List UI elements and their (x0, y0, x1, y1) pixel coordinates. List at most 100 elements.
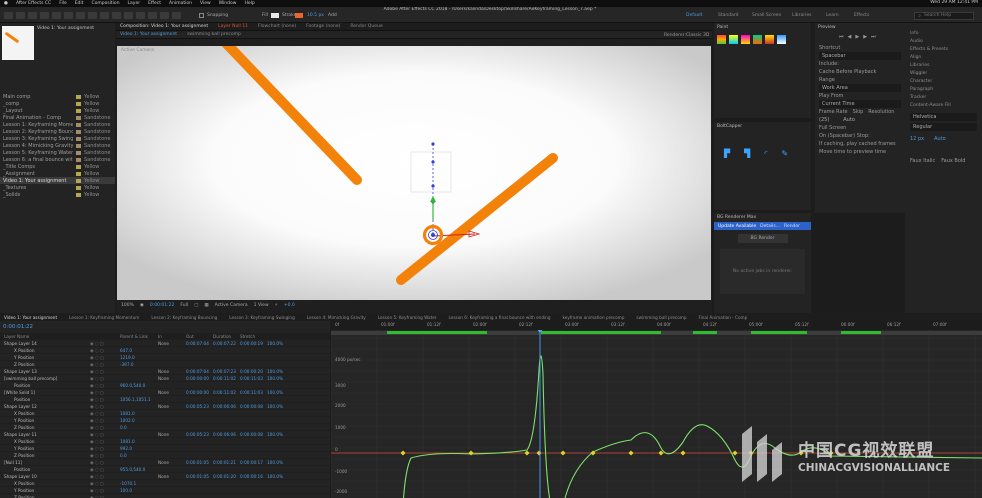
fill-swatch[interactable] (271, 13, 279, 18)
if-caching-checkbox[interactable]: If caching, play cached frames (819, 140, 901, 148)
layer-value[interactable]: 960.0,540.0 (120, 383, 158, 388)
faux-bold-checkbox[interactable]: Faux Bold (941, 157, 965, 165)
color-swatch[interactable] (741, 35, 750, 44)
transparency-grid-icon[interactable]: ▦ (204, 303, 208, 308)
breadcrumb-item[interactable]: Video 1: Your assignment (120, 32, 177, 37)
brush-tool-icon[interactable] (124, 12, 133, 19)
shape-tool-icon[interactable] (88, 12, 97, 19)
prev-frame-icon[interactable]: ◀ (848, 34, 852, 40)
property-row[interactable]: X Position ◉ ◌ ◻ 1081.0 (0, 410, 330, 417)
frame-rate-dropdown[interactable]: (25) (819, 116, 829, 124)
layer-row[interactable]: Shape Layer 13 ◉ ◌ ◻ None 0:00:07:04 0:00:07… (0, 368, 330, 375)
font-style-dropdown[interactable]: Regular (910, 123, 977, 131)
tab-composition[interactable]: Composition: Video 1: Your assignment (120, 24, 208, 29)
details-link[interactable]: Details... (760, 224, 780, 229)
menu-animation[interactable]: Animation (169, 1, 192, 6)
project-item-selected[interactable]: Video 1: Your assignment Yellow (0, 177, 115, 184)
menu-app[interactable]: After Effects CC (16, 1, 51, 6)
project-item[interactable]: Lesson 4: Mimicking Gravity Sandstone (0, 142, 115, 149)
cap-round-icon[interactable]: ◜ (764, 149, 767, 158)
layer-row[interactable]: Shape Layer 14 ◉ ◌ ◻ None 0:00:07:04 0:00:07… (0, 340, 330, 347)
property-row[interactable]: Position ◉ ◌ ◻ 960.0,540.0 (0, 382, 330, 389)
first-frame-icon[interactable]: ⏮ (839, 34, 844, 40)
layer-row[interactable]: [Null 11] ◉ ◌ ◻ None 0:00:01:05 0:00:01:21 0:… (0, 459, 330, 466)
add-button[interactable]: Add (328, 13, 337, 18)
timeline-tab[interactable]: Lesson 4: Mimicking Gravity (307, 315, 366, 320)
faux-italic-checkbox[interactable]: Faux Italic (910, 157, 935, 165)
workspace-default[interactable]: Default (686, 13, 702, 18)
timeline-tab[interactable]: Lesson 5: Keyframing Water (378, 315, 437, 320)
timeline-current-time[interactable]: 0:00:01:22 (3, 324, 33, 330)
color-swatch[interactable] (717, 35, 726, 44)
project-item[interactable]: Lesson 3: Keyframing SwingingSandstone (0, 135, 115, 142)
timeline-tab[interactable]: Final Animation - Comp (699, 315, 748, 320)
panel-wiggler[interactable]: Wiggler (905, 69, 982, 77)
layer-value[interactable]: -1070.1 (120, 481, 158, 486)
pen-tool-icon[interactable] (100, 12, 109, 19)
property-row[interactable]: Y Position ◉ ◌ ◻ 1219.0 (0, 354, 330, 361)
layer-row[interactable]: [White Solid 1] ◉ ◌ ◻ None 0:00:00:00 0:00:1… (0, 389, 330, 396)
color-swatch[interactable] (777, 35, 786, 44)
layer-value[interactable]: 1081.0 (120, 411, 158, 416)
property-row[interactable]: Position ◉ ◌ ◻ 955.0,540.0 (0, 466, 330, 473)
menu-help[interactable]: Help (244, 1, 254, 6)
project-item[interactable]: _Textures Yellow (0, 184, 115, 191)
panel-align[interactable]: Align (905, 53, 982, 61)
play-icon[interactable]: ▶ (855, 34, 859, 40)
snapping-checkbox[interactable] (199, 13, 204, 18)
layer-row[interactable]: [swimming ball precomp] ◉ ◌ ◻ None 0:00:00:… (0, 375, 330, 382)
menu-layer[interactable]: Layer (128, 1, 141, 6)
play-from-dropdown[interactable]: Current Time (819, 100, 901, 108)
color-swatch[interactable] (729, 35, 738, 44)
zoom-tool-icon[interactable] (40, 12, 49, 19)
workspace-small-screen[interactable]: Small Screen (752, 13, 781, 18)
property-row[interactable]: Y Position ◉ ◌ ◻ 100.0 (0, 487, 330, 494)
layer-row[interactable]: Shape Layer 12 ◉ ◌ ◻ None 0:00:05:23 0:00:06… (0, 403, 330, 410)
camera-dropdown[interactable]: Active Camera (215, 303, 248, 308)
workspace-effects[interactable]: Effects (854, 13, 869, 18)
menu-composition[interactable]: Composition (91, 1, 119, 6)
menu-view[interactable]: View (200, 1, 211, 6)
property-row[interactable]: Position ◉ ◌ ◻ 1056.1,1051.1 (0, 396, 330, 403)
timeline-tab[interactable]: Lesson 6: Keyframing a final bounce with… (449, 315, 551, 320)
layer-value[interactable]: 0.0 (120, 453, 158, 458)
camera-snapshot-icon[interactable]: ◉ (140, 303, 144, 308)
project-item[interactable]: Main comp Yellow (0, 93, 115, 100)
move-time-checkbox[interactable]: Move time to preview time (819, 148, 901, 156)
exposure-value[interactable]: +0.0 (284, 303, 295, 308)
project-item[interactable]: Lesson 1: Keyframing MomentumSandstone (0, 121, 115, 128)
property-row[interactable]: Z Position ◉ ◌ ◻ (0, 494, 330, 498)
property-row[interactable]: X Position ◉ ◌ ◻ 1081.0 (0, 438, 330, 445)
magnification-dropdown[interactable]: 100% (121, 303, 134, 308)
next-frame-icon[interactable]: ▶ (863, 34, 867, 40)
workspace-learn[interactable]: Learn (826, 13, 839, 18)
workspace-standard[interactable]: Standard (718, 13, 738, 18)
panel-character[interactable]: Character (905, 77, 982, 85)
stroke-swatch[interactable] (295, 13, 303, 18)
layer-value[interactable]: 647.0 (120, 348, 158, 353)
hand-tool-icon[interactable] (28, 12, 37, 19)
menu-effect[interactable]: Effect (148, 1, 161, 6)
project-item[interactable]: Lesson 2: Keyframing BouncingSandstone (0, 128, 115, 135)
project-item[interactable]: Lesson 5: Keyframing Water Sandstone (0, 149, 115, 156)
pan-tool-icon[interactable] (76, 12, 85, 19)
layer-value[interactable]: 992.0 (120, 446, 158, 451)
resolution-dropdown[interactable]: Full (180, 303, 188, 308)
breadcrumb-item[interactable]: swimming ball precomp (187, 32, 241, 37)
project-item[interactable]: _comp Yellow (0, 100, 115, 107)
panel-paragraph[interactable]: Paragraph (905, 85, 982, 93)
roto-tool-icon[interactable] (160, 12, 169, 19)
bg-render-button[interactable]: BG Render (737, 234, 788, 243)
current-time-display[interactable]: 0:00:01:22 (150, 303, 175, 308)
eraser-tool-icon[interactable] (148, 12, 157, 19)
property-row[interactable]: X Position ◉ ◌ ◻ -1070.1 (0, 480, 330, 487)
last-frame-icon[interactable]: ⏭ (871, 34, 876, 40)
cap-end-icon[interactable]: ▜ (744, 149, 750, 158)
tab-flowchart[interactable]: Flowchart (none) (258, 24, 296, 29)
rotate-tool-icon[interactable] (52, 12, 61, 19)
type-tool-icon[interactable] (112, 12, 121, 19)
layer-value[interactable]: 955.0,540.0 (120, 467, 158, 472)
layer-value[interactable]: 1002.0 (120, 418, 158, 423)
project-item[interactable]: _Title Comps Yellow (0, 163, 115, 170)
tab-footage[interactable]: Footage (none) (306, 24, 340, 29)
